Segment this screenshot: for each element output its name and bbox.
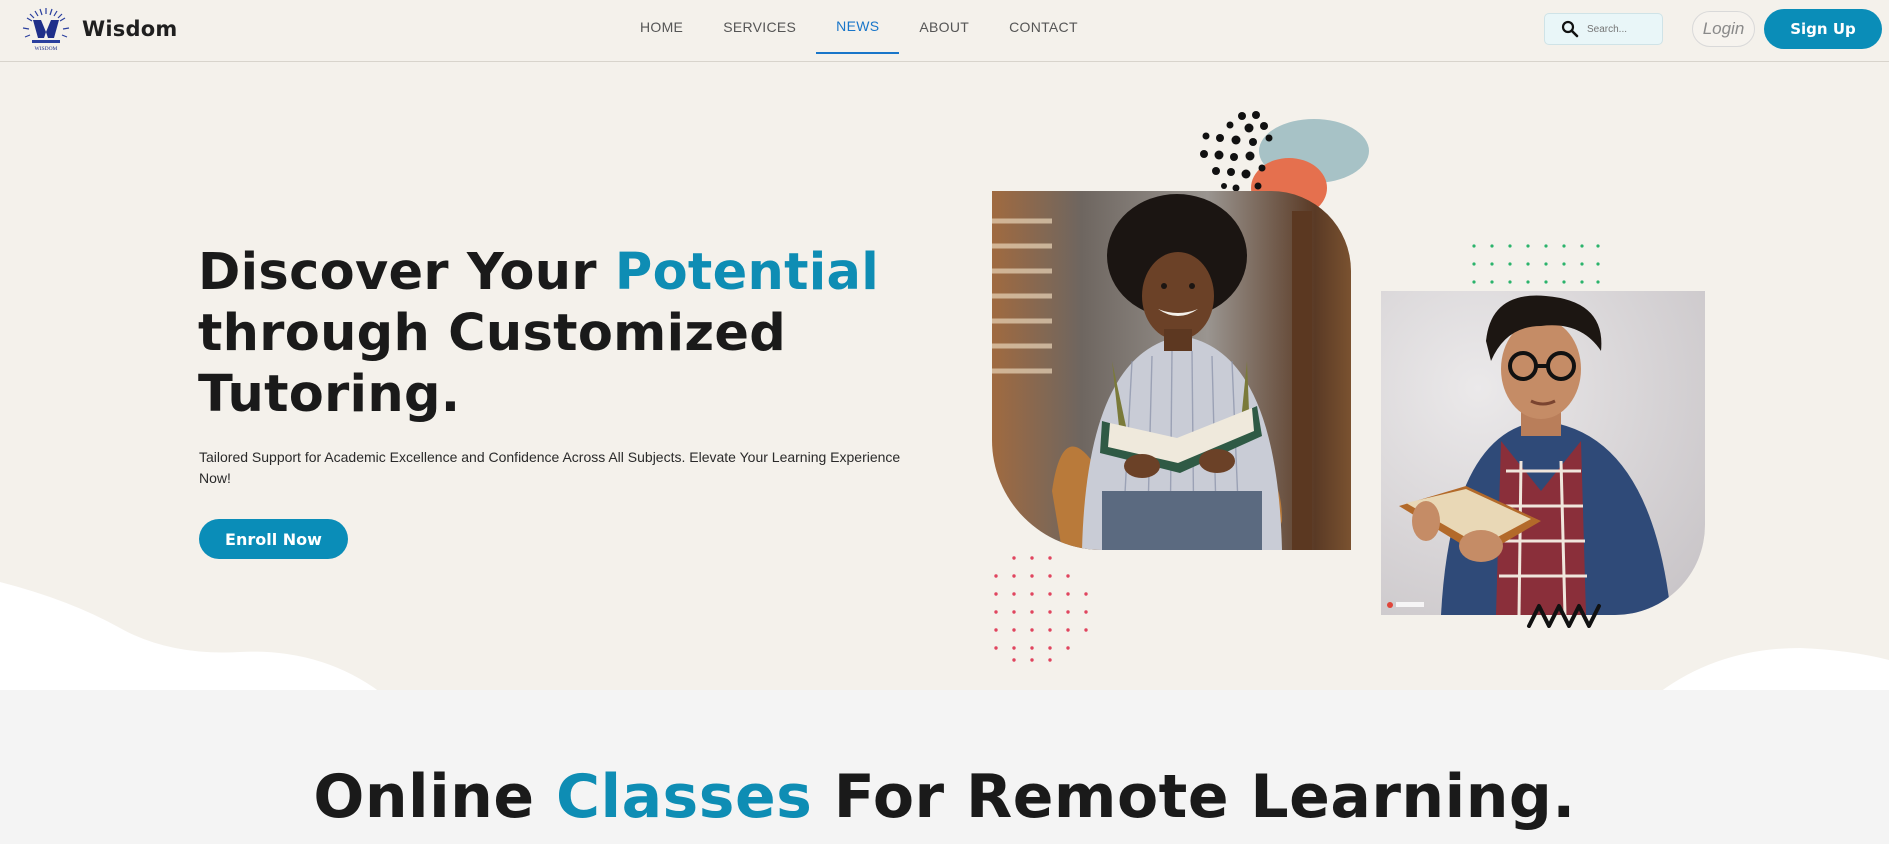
login-button[interactable]: Login bbox=[1692, 11, 1755, 47]
hero-title-part1: Discover Your bbox=[198, 243, 615, 302]
main-nav: HOME SERVICES NEWS ABOUT CONTACT bbox=[620, 0, 1098, 54]
section-title-part2: For Remote Learning. bbox=[812, 762, 1576, 832]
section-title: Online Classes For Remote Learning. bbox=[0, 762, 1889, 832]
search-input[interactable] bbox=[1587, 20, 1657, 38]
nav-services[interactable]: SERVICES bbox=[703, 0, 816, 54]
top-navbar: WISDOM Wisdom HOME SERVICES NEWS ABOUT C… bbox=[0, 0, 1889, 62]
page: WISDOM Wisdom HOME SERVICES NEWS ABOUT C… bbox=[0, 0, 1889, 844]
decorative-dots-green bbox=[1472, 244, 1600, 284]
enroll-now-button[interactable]: Enroll Now bbox=[199, 519, 348, 559]
hero-title: Discover Your Potential through Customiz… bbox=[198, 242, 898, 425]
nav-about[interactable]: ABOUT bbox=[899, 0, 989, 54]
hero-wave-divider bbox=[0, 582, 1889, 692]
hero-subtitle: Tailored Support for Academic Excellence… bbox=[199, 449, 901, 486]
section-title-accent: Classes bbox=[555, 762, 813, 832]
hero-photo-student-girl bbox=[992, 191, 1351, 550]
hero-title-part3: Tutoring. bbox=[198, 365, 461, 424]
brand-name[interactable]: Wisdom bbox=[82, 17, 177, 41]
wisdom-logo[interactable]: WISDOM bbox=[21, 6, 71, 52]
hero-title-accent: Potential bbox=[614, 243, 880, 302]
search-box[interactable] bbox=[1544, 13, 1663, 45]
hero-title-part2: through Customized bbox=[198, 304, 787, 363]
signup-button[interactable]: Sign Up bbox=[1764, 9, 1882, 49]
nav-news[interactable]: NEWS bbox=[816, 0, 900, 54]
section-title-part1: Online bbox=[313, 762, 556, 832]
nav-contact[interactable]: CONTACT bbox=[989, 0, 1098, 54]
search-icon bbox=[1561, 20, 1579, 38]
nav-home[interactable]: HOME bbox=[620, 0, 703, 54]
svg-text:WISDOM: WISDOM bbox=[35, 46, 58, 52]
